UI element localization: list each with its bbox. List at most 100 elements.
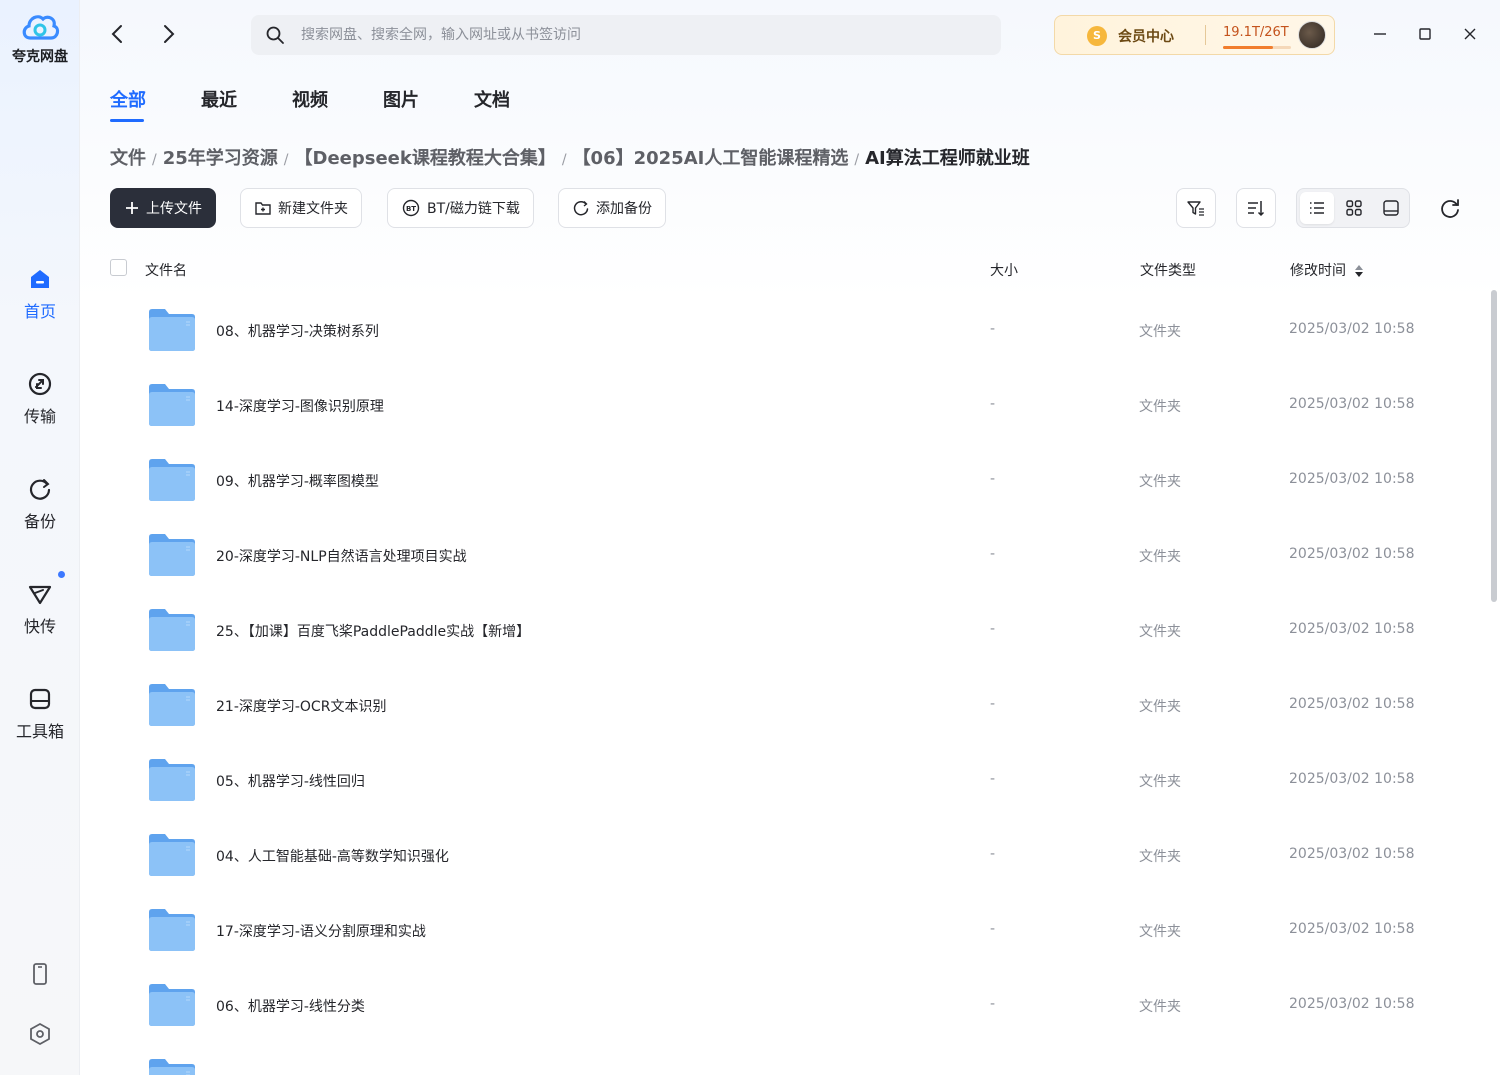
phone-button[interactable]	[0, 962, 80, 986]
table-row[interactable]: 17-深度学习-语义分割原理和实战 - 文件夹 2025/03/02 10:58	[110, 893, 1480, 968]
sidebar-item-quick-send[interactable]: 快传	[0, 571, 80, 637]
add-backup-button[interactable]: 添加备份	[558, 188, 666, 228]
table-row[interactable]: 21-深度学习-OCR文本识别 - 文件夹 2025/03/02 10:58	[110, 668, 1480, 743]
filter-button[interactable]	[1176, 188, 1216, 228]
file-name[interactable]: 05、机器学习-线性回归	[216, 771, 365, 791]
table-row[interactable]: 06、机器学习-线性分类 - 文件夹 2025/03/02 10:58	[110, 968, 1480, 1043]
back-arrow-icon[interactable]	[106, 22, 130, 46]
storage-progress-fill	[1223, 46, 1273, 49]
tab-document[interactable]: 文档	[474, 86, 510, 112]
sidebar-item-backup[interactable]: 备份	[0, 476, 80, 532]
breadcrumb: 文件 / 25年学习资源 / 【Deepseek课程教程大合集】 / 【06】2025AI人…	[110, 144, 1030, 170]
backup-small-icon	[573, 200, 589, 216]
select-all-checkbox[interactable]	[110, 259, 127, 276]
file-modified: 2025/03/02 10:58	[1289, 921, 1415, 937]
folder-icon-wrap	[148, 458, 196, 506]
table-row[interactable]: 04、人工智能基础-高等数学知识强化 - 文件夹 2025/03/02 10:58	[110, 818, 1480, 893]
app-name: 夸克网盘	[12, 49, 68, 65]
table-row[interactable]: 08、机器学习-决策树系列 - 文件夹 2025/03/02 10:58	[110, 293, 1480, 368]
sidebar-item-label: 首页	[23, 302, 56, 321]
file-name[interactable]: 06、机器学习-线性分类	[216, 996, 365, 1016]
preview-view-button[interactable]	[1374, 192, 1408, 224]
file-modified: 2025/03/02 10:58	[1289, 771, 1415, 787]
minimize-icon[interactable]	[1370, 24, 1390, 44]
send-icon	[28, 585, 52, 605]
file-name[interactable]: 25、【加课】百度飞桨PaddlePaddle实战【新增】	[216, 621, 530, 641]
file-name[interactable]: 21-深度学习-OCR文本识别	[216, 696, 386, 716]
grid-view-icon	[1346, 200, 1362, 216]
tab-recent[interactable]: 最近	[201, 86, 237, 112]
table-row[interactable]: 05、机器学习-线性回归 - 文件夹 2025/03/02 10:58	[110, 743, 1480, 818]
file-size: -	[990, 846, 996, 862]
file-size: -	[990, 696, 996, 712]
breadcrumb-item[interactable]: 【06】2025AI人工智能课程精选	[573, 148, 849, 169]
file-type: 文件夹	[1139, 624, 1181, 640]
column-modified[interactable]: 修改时间	[1290, 260, 1364, 280]
file-type: 文件夹	[1139, 924, 1181, 940]
sidebar-item-label: 工具箱	[15, 722, 64, 741]
vip-center[interactable]: S 会员中心 19.1T/26T	[1054, 15, 1335, 55]
folder-icon	[149, 309, 195, 351]
sidebar-item-toolbox[interactable]: 工具箱	[0, 686, 80, 742]
settings-button[interactable]	[0, 1022, 80, 1046]
file-modified: 2025/03/02 10:58	[1289, 696, 1415, 712]
breadcrumb-item[interactable]: 【Deepseek课程教程大合集】	[295, 148, 556, 169]
table-row[interactable]	[110, 1043, 1480, 1075]
settings-icon	[30, 1022, 50, 1046]
search-input[interactable]	[301, 15, 981, 55]
sidebar-item-label: 传输	[23, 407, 56, 426]
sidebar-item-home[interactable]: 首页	[0, 266, 80, 322]
tab-image[interactable]: 图片	[383, 86, 419, 112]
file-name[interactable]: 08、机器学习-决策树系列	[216, 321, 379, 341]
file-type: 文件夹	[1139, 774, 1181, 790]
file-name[interactable]: 04、人工智能基础-高等数学知识强化	[216, 846, 449, 866]
folder-icon-wrap	[148, 308, 196, 356]
upload-label: 上传文件	[146, 201, 202, 217]
forward-arrow-icon[interactable]	[156, 22, 180, 46]
grid-view-button[interactable]	[1337, 192, 1371, 224]
folder-icon	[149, 534, 195, 576]
file-name[interactable]: 17-深度学习-语义分割原理和实战	[216, 921, 426, 941]
folder-icon-wrap	[148, 608, 196, 656]
notification-dot	[58, 571, 65, 578]
file-type: 文件夹	[1139, 849, 1181, 865]
column-size[interactable]: 大小	[990, 260, 1018, 280]
table-row[interactable]: 14-深度学习-图像识别原理 - 文件夹 2025/03/02 10:58	[110, 368, 1480, 443]
scrollbar[interactable]	[1491, 290, 1497, 602]
column-type[interactable]: 文件类型	[1140, 260, 1196, 280]
sidebar-item-transfer[interactable]: 传输	[0, 371, 80, 427]
new-folder-button[interactable]: 新建文件夹	[240, 188, 362, 228]
storage-progress-bar	[1223, 46, 1291, 49]
file-size: -	[990, 471, 996, 487]
sort-icon	[1248, 201, 1265, 217]
filter-icon	[1187, 201, 1204, 216]
app-logo[interactable]: 夸克网盘	[0, 10, 80, 66]
sort-button[interactable]	[1236, 188, 1276, 228]
maximize-icon[interactable]	[1415, 24, 1435, 44]
sidebar-item-label: 备份	[23, 512, 56, 531]
close-icon[interactable]	[1460, 24, 1480, 44]
breadcrumb-item[interactable]: 文件	[110, 148, 146, 169]
refresh-icon[interactable]	[1438, 196, 1462, 220]
bt-download-button[interactable]: BT BT/磁力链下载	[387, 188, 534, 228]
svg-text:BT: BT	[406, 205, 416, 213]
column-modified-label: 修改时间	[1290, 263, 1346, 279]
search-bar[interactable]	[251, 15, 1001, 55]
table-row[interactable]: 09、机器学习-概率图模型 - 文件夹 2025/03/02 10:58	[110, 443, 1480, 518]
table-row[interactable]: 20-深度学习-NLP自然语言处理项目实战 - 文件夹 2025/03/02 10:5…	[110, 518, 1480, 593]
folder-icon	[149, 909, 195, 951]
tab-video[interactable]: 视频	[292, 86, 328, 112]
upload-button[interactable]: 上传文件	[110, 188, 216, 228]
folder-icon	[149, 459, 195, 501]
file-name[interactable]: 20-深度学习-NLP自然语言处理项目实战	[216, 546, 467, 566]
file-name[interactable]: 14-深度学习-图像识别原理	[216, 396, 384, 416]
file-name[interactable]: 09、机器学习-概率图模型	[216, 471, 379, 491]
breadcrumb-item[interactable]: 25年学习资源	[163, 148, 278, 169]
column-name[interactable]: 文件名	[145, 260, 187, 280]
breadcrumb-separator: /	[152, 152, 157, 168]
list-view-button[interactable]	[1300, 192, 1334, 224]
avatar[interactable]	[1298, 21, 1326, 49]
table-row[interactable]: 25、【加课】百度飞桨PaddlePaddle实战【新增】 - 文件夹 2025/03…	[110, 593, 1480, 668]
search-icon	[266, 26, 284, 44]
tab-all[interactable]: 全部	[110, 86, 146, 112]
